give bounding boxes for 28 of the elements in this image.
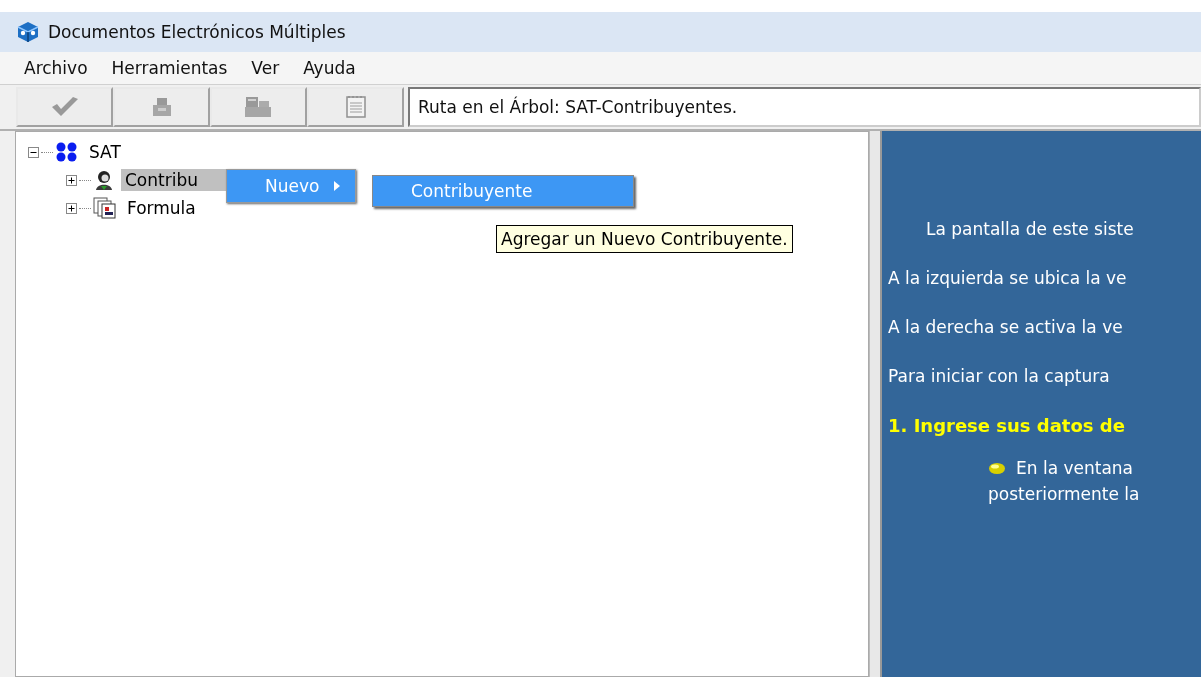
help-text: En la ventana xyxy=(1016,458,1134,478)
collapse-toggle[interactable] xyxy=(28,146,39,158)
menu-item[interactable]: Ayuda xyxy=(291,58,368,78)
tree-path-field: Ruta en el Árbol: SAT-Contribuyentes. xyxy=(408,87,1201,127)
help-text: posteriormente la xyxy=(988,484,1141,504)
help-text: A la izquierda se ubica la ve xyxy=(888,268,1128,288)
tree-node[interactable]: Formula xyxy=(123,197,200,219)
tree-node[interactable]: SAT xyxy=(85,141,125,163)
menu-item[interactable]: Ver xyxy=(239,58,292,78)
bullet-icon xyxy=(988,461,1006,475)
expand-toggle[interactable] xyxy=(66,174,77,186)
help-text: La pantalla de este siste xyxy=(925,219,1135,239)
menu-item[interactable]: Archivo xyxy=(12,58,100,78)
help-text: A la derecha se activa la ve xyxy=(888,317,1124,337)
expand-toggle[interactable] xyxy=(66,202,77,214)
help-text: Para iniciar con la captura xyxy=(888,366,1111,386)
printer-icon xyxy=(150,96,173,118)
menu-item[interactable]: Herramientas xyxy=(99,58,240,78)
notepad-icon xyxy=(344,95,367,119)
cube-icon xyxy=(16,21,40,43)
person-icon xyxy=(93,169,115,191)
documents-icon xyxy=(93,197,117,219)
help-heading: 1. Ingrese sus datos de xyxy=(888,415,1126,436)
four-dots-icon xyxy=(55,142,79,162)
submenu-arrow-icon xyxy=(333,180,342,192)
window-title: Documentos Electrónicos Múltiples xyxy=(48,22,346,42)
splitter[interactable] xyxy=(869,131,882,677)
tooltip: Agregar un Nuevo Contribuyente. xyxy=(496,225,793,253)
